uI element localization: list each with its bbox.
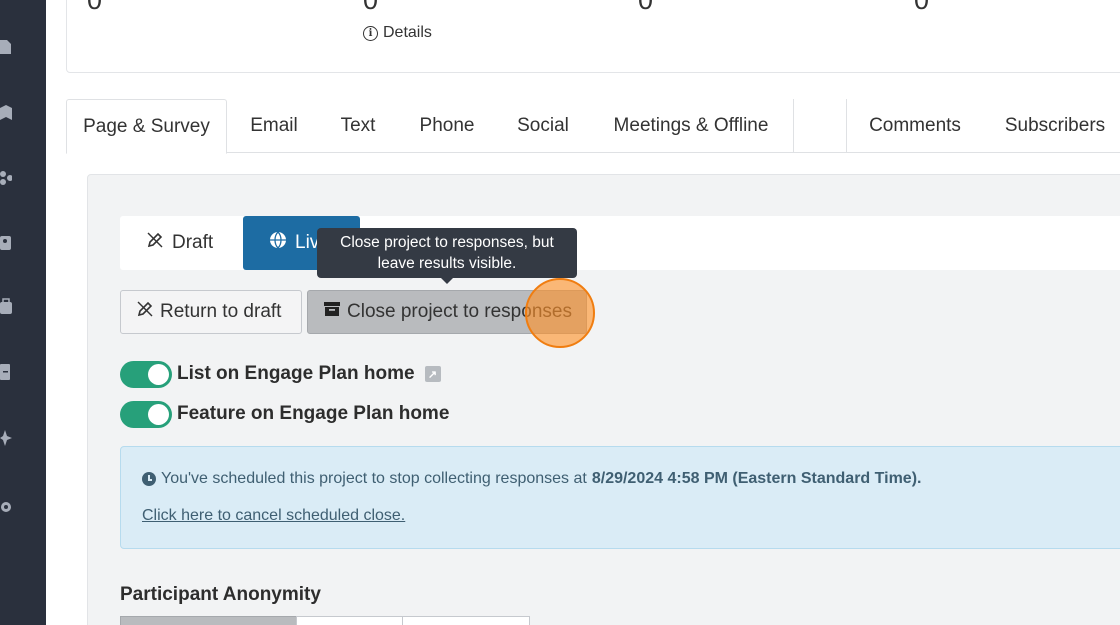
click-indicator	[525, 278, 595, 348]
tab-email[interactable]: Email	[230, 99, 318, 153]
scheduled-close-alert: You've scheduled this project to stop co…	[120, 446, 1120, 549]
anonymity-option[interactable]	[402, 616, 530, 625]
tab-divider	[846, 99, 847, 153]
alert-prefix: You've scheduled this project to stop co…	[161, 470, 587, 487]
gear-icon[interactable]	[0, 498, 12, 516]
tooltip-line: leave results visible.	[377, 255, 517, 272]
status-draft-option[interactable]: Draft	[146, 216, 213, 270]
alert-datetime: 8/29/2024 4:58 PM (Eastern Standard Time…	[591, 470, 922, 487]
cancel-scheduled-close-link[interactable]: Click here to cancel scheduled close.	[142, 507, 405, 525]
return-label: Return to draft	[160, 301, 282, 322]
pencil-icon	[136, 300, 154, 324]
tab-meetings-offline[interactable]: Meetings & Offline	[596, 99, 786, 153]
list-on-home-toggle-row: List on Engage Plan home ↗	[120, 360, 441, 388]
tab-text[interactable]: Text	[324, 99, 392, 153]
feature-on-home-toggle-row: Feature on Engage Plan home	[120, 400, 449, 428]
globe-icon	[269, 231, 287, 255]
close-project-tooltip: Close project to responses, but leave re…	[317, 228, 577, 278]
stats-card: 0 0 0 0 i Details	[66, 0, 1120, 73]
tab-comments[interactable]: Comments	[856, 99, 974, 153]
map-icon[interactable]	[0, 104, 12, 122]
tab-subscribers[interactable]: Subscribers	[992, 99, 1118, 153]
anonymity-option[interactable]	[120, 616, 297, 625]
external-link-icon[interactable]: ↗	[424, 366, 441, 382]
tab-phone[interactable]: Phone	[402, 99, 492, 153]
feature-on-home-label: Feature on Engage Plan home	[177, 403, 450, 424]
anonymity-title: Participant Anonymity	[120, 584, 321, 605]
stat-value: 0	[914, 0, 930, 15]
share-icon[interactable]	[0, 169, 12, 187]
alert-message: You've scheduled this project to stop co…	[142, 470, 921, 488]
info-icon: i	[363, 25, 378, 41]
stat-value: 0	[87, 0, 103, 15]
draft-label: Draft	[172, 232, 214, 253]
list-on-home-toggle[interactable]	[120, 360, 172, 388]
contacts-icon[interactable]	[0, 234, 12, 252]
return-to-draft-button[interactable]: Return to draft	[120, 290, 302, 334]
archive-icon	[323, 301, 341, 323]
book-icon[interactable]	[0, 363, 12, 381]
details-link[interactable]: i Details	[363, 24, 432, 42]
briefcase-icon[interactable]	[0, 298, 12, 316]
tooltip-arrow	[440, 277, 454, 284]
tooltip-line: Close project to responses, but	[340, 234, 554, 251]
sparkle-icon[interactable]	[0, 428, 12, 446]
list-on-home-label: List on Engage Plan home	[177, 363, 415, 384]
stat-value: 0	[363, 0, 379, 15]
left-sidebar	[0, 0, 46, 625]
clock-icon	[142, 472, 156, 486]
pencil-icon	[146, 231, 164, 255]
document-icon[interactable]	[0, 38, 12, 56]
channel-tabs: Page & Survey Email Text Phone Social Me…	[66, 99, 1120, 154]
anonymity-option[interactable]	[296, 616, 403, 625]
tab-social[interactable]: Social	[502, 99, 584, 153]
details-label: Details	[383, 24, 432, 41]
tab-divider	[793, 99, 794, 153]
feature-on-home-toggle[interactable]	[120, 400, 172, 428]
tab-page-survey[interactable]: Page & Survey	[66, 99, 227, 154]
stat-value: 0	[638, 0, 654, 15]
